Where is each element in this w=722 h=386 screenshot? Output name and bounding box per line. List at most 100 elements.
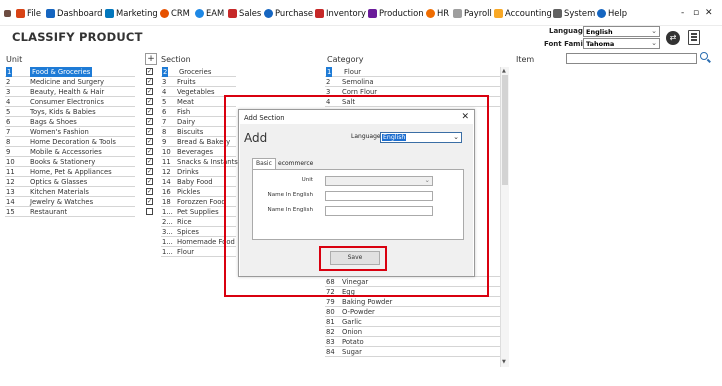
list-item[interactable]: 9 Mobile & Accessories [5,147,135,157]
crm-icon [160,8,169,18]
menu-bar: File Dashboard Marketing CRM EAM Sales P… [0,0,722,26]
add-section-button[interactable]: + [145,53,157,65]
keyboard-icon[interactable] [688,30,700,45]
list-item[interactable]: 4 Consumer Electronics [5,97,135,107]
list-item[interactable]: 80 O-Powder [325,307,500,317]
list-item[interactable]: 15 Restaurant [5,207,135,217]
tab-basic[interactable]: Basic [252,158,276,169]
list-item[interactable]: 1 Flour [325,67,500,77]
chevron-down-icon: ⌄ [424,176,430,184]
list-item[interactable]: 83 Potato [325,337,500,347]
tab-ecommerce[interactable]: ecommerce [276,159,315,169]
unit-select[interactable]: ⌄ [325,176,433,186]
refresh-icon[interactable]: ⇄ [666,31,680,45]
dialog-language-label: Language [351,133,381,140]
list-item[interactable]: 1 Food & Groceries [5,67,135,77]
unit-checkbox[interactable]: ✓ [146,168,153,175]
marketing-icon [105,8,114,18]
hr-icon [426,8,435,18]
list-item[interactable]: 79 Baking Powder [325,297,500,307]
dashboard-icon [46,8,55,18]
menu-payroll[interactable]: Payroll [453,6,492,20]
category-header: Category [327,55,364,64]
list-item[interactable]: 5 Toys, Kids & Babies [5,107,135,117]
name-english-input[interactable] [325,191,433,201]
font-family-select[interactable]: Tahoma ⌄ [583,38,660,49]
list-item[interactable]: 12 Optics & Glasses [5,177,135,187]
minimize-button[interactable]: - [681,8,684,18]
name-english-input-2[interactable] [325,206,433,216]
accounting-icon [494,8,503,18]
category-scrollbar[interactable]: ▲ ▼ [500,67,509,367]
unit-checkbox[interactable]: ✓ [146,108,153,115]
list-item[interactable]: 84 Sugar [325,347,500,357]
unit-checkbox[interactable]: ✓ [146,128,153,135]
search-icon-handle [707,58,711,63]
scroll-up-icon[interactable]: ▲ [502,68,506,74]
menu-dashboard[interactable]: Dashboard [46,6,102,20]
list-item[interactable]: 3 Fruits [161,77,236,87]
dialog-language-select[interactable]: English ⌄ [380,132,462,143]
scroll-thumb[interactable] [502,75,508,185]
list-item[interactable]: 6 Bags & Shoes [5,117,135,127]
menu-purchase[interactable]: Purchase [264,6,313,20]
name-english-label-2: Name In English [267,207,313,213]
list-item[interactable]: 13 Kitchen Materials [5,187,135,197]
menu-system[interactable]: System [553,6,595,20]
language-select[interactable]: English ⌄ [583,26,660,37]
list-item[interactable]: 82 Onion [325,327,500,337]
menu-sales[interactable]: Sales [228,6,261,20]
unit-list: 1 Food & Groceries 2 Medicine and Surgery … [5,67,135,217]
list-item[interactable]: 7 Women's Fashion [5,127,135,137]
purchase-icon [264,8,273,18]
list-item[interactable]: 81 Garlic [325,317,500,327]
unit-checkbox[interactable]: ✓ [146,188,153,195]
list-item[interactable]: 10 Books & Stationery [5,157,135,167]
restore-button[interactable]: ▫ [693,8,699,18]
eam-icon [195,8,204,18]
item-header: Item [516,55,535,64]
list-item[interactable]: 3 Beauty, Health & Hair [5,87,135,97]
unit-checkbox[interactable]: ✓ [146,68,153,75]
menu-inventory[interactable]: Inventory [315,6,366,20]
production-icon [368,8,377,18]
list-item[interactable]: 8 Home Decoration & Tools [5,137,135,147]
name-english-label: Name In English [267,192,313,198]
list-item[interactable]: 14 Jewelry & Watches [5,197,135,207]
unit-checkbox[interactable]: ✓ [146,178,153,185]
unit-checkbox[interactable]: ✓ [146,88,153,95]
unit-checkbox[interactable]: ✓ [146,158,153,165]
unit-checkbox[interactable]: ✓ [146,98,153,105]
system-icon [553,8,562,18]
page-title: CLASSIFY PRODUCT [12,30,143,44]
chevron-down-icon: ⌄ [651,39,657,47]
unit-checkbox[interactable]: ✓ [146,148,153,155]
menu-production[interactable]: Production [368,6,424,20]
menu-marketing[interactable]: Marketing [105,6,158,20]
unit-checkbox[interactable]: ✓ [146,138,153,145]
unit-checkbox[interactable] [146,208,153,215]
list-item[interactable]: 2 Semolina [325,77,500,87]
help-icon [597,8,606,18]
list-item[interactable]: 2 Medicine and Surgery [5,77,135,87]
app-icon [4,6,13,20]
item-search-input[interactable] [566,53,697,64]
close-icon[interactable]: ✕ [461,112,469,122]
close-window-button[interactable]: ✕ [705,8,713,18]
dialog-title: Add Section [244,114,285,122]
menu-eam[interactable]: EAM [195,6,224,20]
menu-hr[interactable]: HR [426,6,449,20]
menu-file[interactable]: File [16,6,41,20]
menu-crm[interactable]: CRM [160,6,190,20]
unit-checkbox[interactable]: ✓ [146,78,153,85]
menu-accounting[interactable]: Accounting [494,6,552,20]
unit-checkbox[interactable]: ✓ [146,198,153,205]
list-item[interactable]: 11 Home, Pet & Appliances [5,167,135,177]
list-item[interactable]: 2 Groceries [161,67,236,77]
menu-help[interactable]: Help [597,6,627,20]
save-highlight [319,246,387,271]
chevron-down-icon: ⌄ [651,27,657,35]
unit-checkbox[interactable]: ✓ [146,118,153,125]
payroll-icon [453,8,462,18]
scroll-down-icon[interactable]: ▼ [502,359,506,365]
